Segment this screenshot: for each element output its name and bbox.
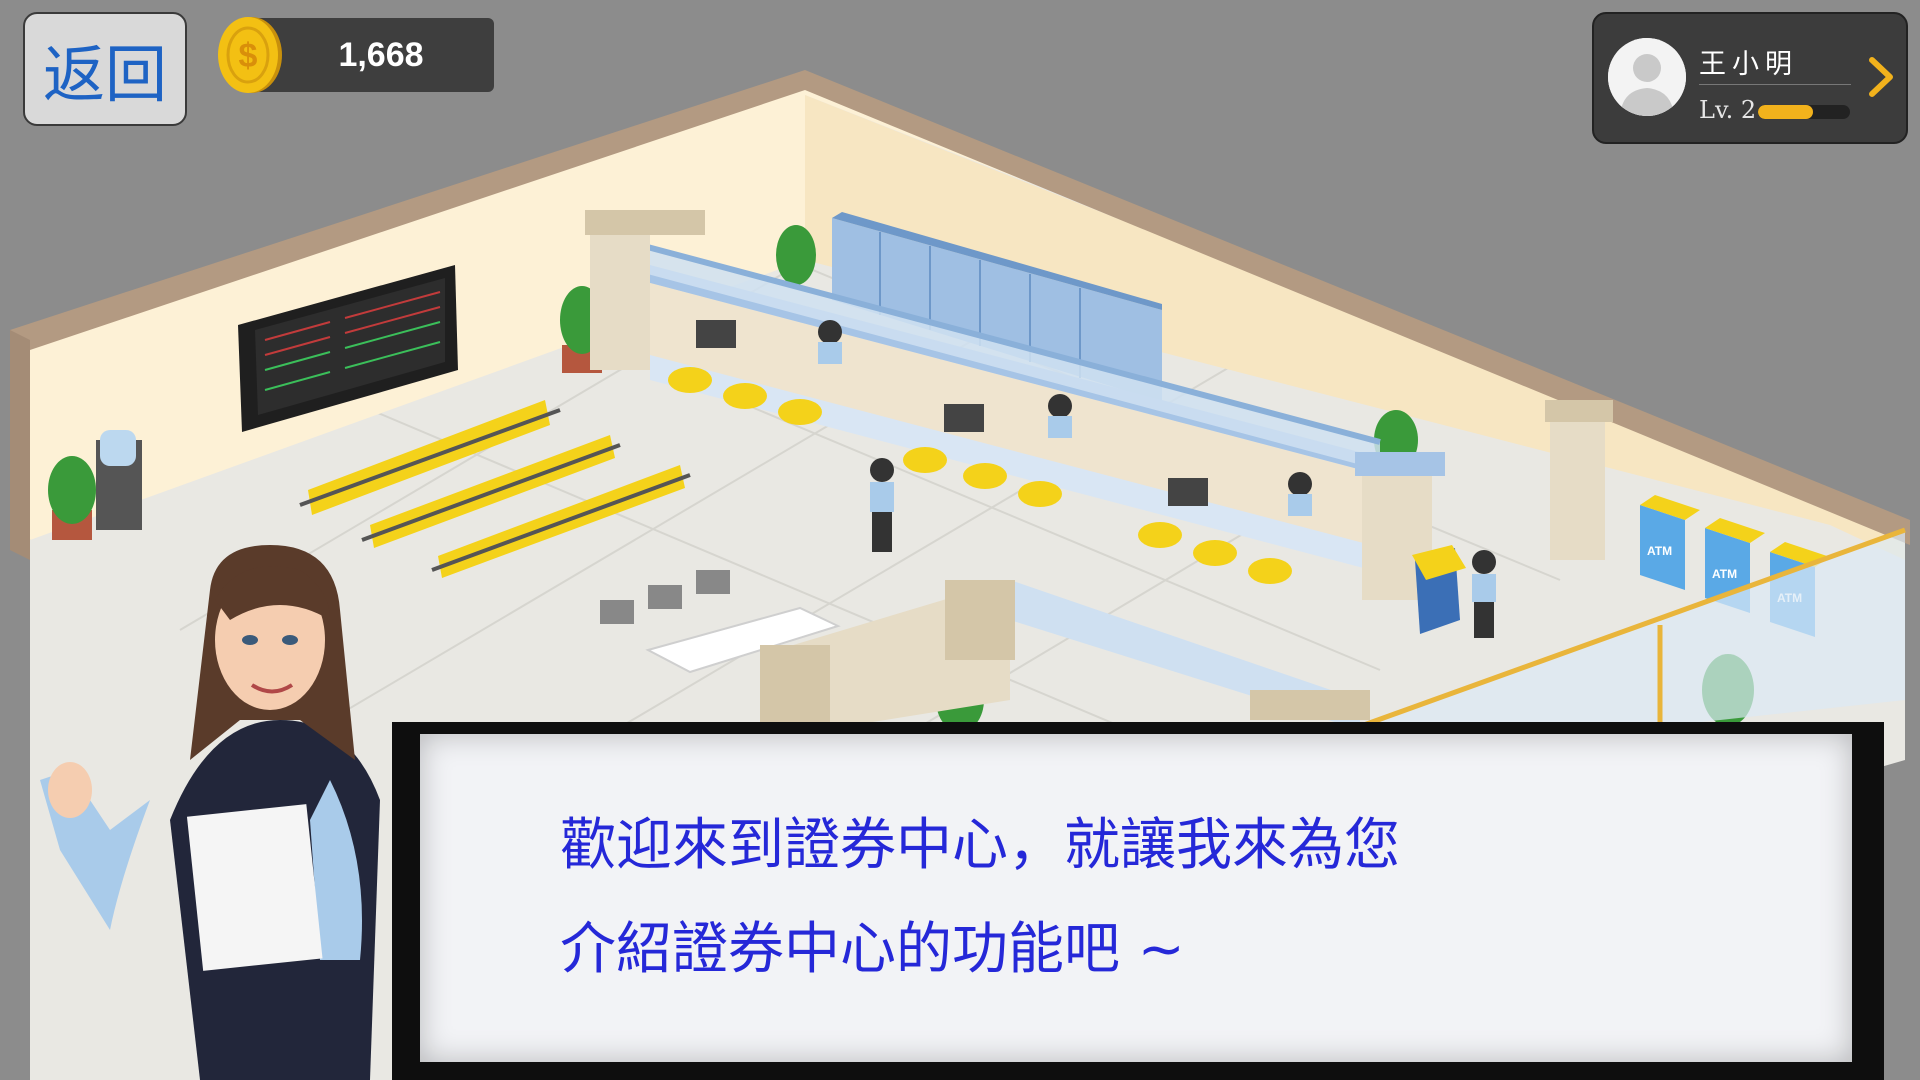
dialog-text-line-2: 介紹證券中心的功能吧 ~ [560, 917, 1185, 982]
atm-1-label: ATM [1647, 544, 1672, 558]
plant-left-corner [48, 456, 96, 540]
profile-divider [1699, 84, 1851, 85]
avatar-icon [1608, 38, 1686, 116]
dialog-box[interactable] [420, 734, 1852, 1062]
player-profile-panel[interactable]: 王小明 Lv. 2 [1592, 12, 1908, 144]
left-wall-edge [10, 330, 30, 560]
coin-icon: $ [218, 17, 282, 93]
back-button[interactable]: 返回 [23, 12, 187, 126]
player-name: 王小明 [1699, 49, 1798, 80]
water-cooler [96, 430, 142, 530]
coin-amount: 1,668 [338, 36, 424, 74]
dialog-text-line-1: 歡迎來到證券中心，就讓我來為您 [560, 813, 1400, 878]
xp-bar [1758, 105, 1850, 119]
coin-panel: 1,668 $ [218, 17, 494, 93]
player-level: Lv. 2 [1699, 96, 1757, 124]
chevron-right-icon[interactable] [1866, 52, 1896, 102]
plant-back-center [776, 225, 816, 285]
xp-bar-fill [1758, 105, 1814, 119]
staff-member-right [1472, 550, 1496, 638]
staff-member-center [870, 458, 894, 552]
atm-2-label: ATM [1712, 567, 1737, 581]
svg-text:$: $ [239, 37, 258, 75]
